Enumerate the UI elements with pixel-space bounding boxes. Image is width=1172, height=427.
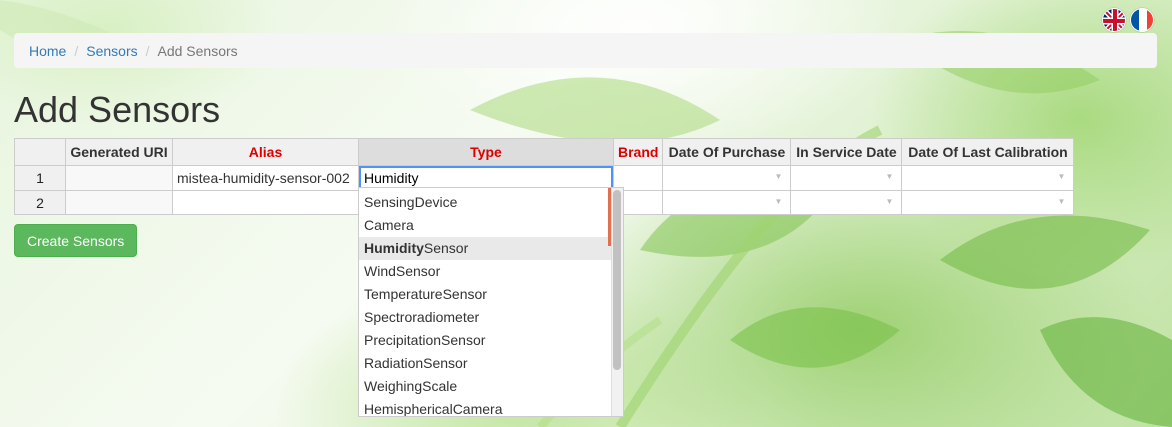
column-header-brand[interactable]: Brand (612, 138, 664, 166)
breadcrumb-home-link[interactable]: Home (29, 43, 66, 59)
breadcrumb: Home / Sensors / Add Sensors (14, 33, 1157, 68)
france-flag-icon[interactable] (1130, 8, 1154, 32)
cell-in-service-date[interactable]: ▼ (790, 165, 903, 191)
type-option[interactable]: WindSensor (359, 260, 611, 283)
type-option[interactable]: TemperatureSensor (359, 283, 611, 306)
dropdown-arrow-icon[interactable]: ▼ (775, 172, 783, 181)
type-option[interactable]: RadiationSensor (359, 352, 611, 375)
dropdown-arrow-icon[interactable]: ▼ (886, 197, 894, 206)
dropdown-arrow-icon[interactable]: ▼ (1058, 197, 1066, 206)
type-option[interactable]: Camera (359, 214, 611, 237)
row-number[interactable]: 1 (14, 165, 66, 191)
column-header-date-of-last-calibration[interactable]: Date Of Last Calibration (901, 138, 1075, 166)
column-header-generated-uri[interactable]: Generated URI (65, 138, 173, 166)
type-option[interactable]: Spectroradiometer (359, 306, 611, 329)
breadcrumb-current: Add Sensors (157, 42, 238, 59)
create-sensors-button[interactable]: Create Sensors (14, 224, 138, 257)
dropdown-scrollbar-thumb[interactable] (613, 190, 621, 370)
type-autocomplete-dropdown: SensingDevice Camera HumiditySensor Wind… (358, 187, 624, 417)
cell-alias[interactable] (172, 190, 359, 215)
cell-date-of-purchase[interactable]: ▼ (662, 190, 792, 215)
type-option-highlighted[interactable]: HumiditySensor (359, 237, 611, 260)
dropdown-arrow-icon[interactable]: ▼ (1058, 172, 1066, 181)
breadcrumb-separator: / (74, 42, 79, 59)
cell-generated-uri[interactable] (65, 190, 173, 215)
cell-date-of-last-calibration[interactable]: ▼ (901, 165, 1075, 191)
cell-date-of-purchase[interactable]: ▼ (662, 165, 792, 191)
dropdown-arrow-icon[interactable]: ▼ (775, 197, 783, 206)
type-option[interactable]: SensingDevice (359, 191, 611, 214)
uk-flag-icon[interactable] (1102, 8, 1126, 32)
row-number[interactable]: 2 (14, 190, 66, 215)
breadcrumb-sensors-link[interactable]: Sensors (86, 43, 137, 59)
scroll-marker (608, 188, 611, 246)
type-options-list: SensingDevice Camera HumiditySensor Wind… (359, 188, 611, 416)
cell-in-service-date[interactable]: ▼ (790, 190, 903, 215)
cell-alias[interactable]: mistea-humidity-sensor-002 (172, 165, 359, 191)
table-header-row: Generated URI Alias Type Brand Date Of P… (14, 138, 1075, 166)
dropdown-arrow-icon[interactable]: ▼ (886, 172, 894, 181)
column-header-alias[interactable]: Alias (172, 138, 359, 166)
language-switcher (1102, 8, 1154, 32)
page-title: Add Sensors (14, 89, 221, 130)
column-header-type[interactable]: Type (358, 138, 614, 166)
type-option[interactable]: PrecipitationSensor (359, 329, 611, 352)
row-number-header (14, 138, 66, 166)
column-header-date-of-purchase[interactable]: Date Of Purchase (662, 138, 792, 166)
breadcrumb-separator: / (145, 42, 150, 59)
type-option[interactable]: HemisphericalCamera (359, 398, 611, 416)
column-header-in-service-date[interactable]: In Service Date (790, 138, 903, 166)
cell-date-of-last-calibration[interactable]: ▼ (901, 190, 1075, 215)
cell-generated-uri[interactable] (65, 165, 173, 191)
type-option[interactable]: WeighingScale (359, 375, 611, 398)
dropdown-scrollbar[interactable] (608, 188, 623, 416)
